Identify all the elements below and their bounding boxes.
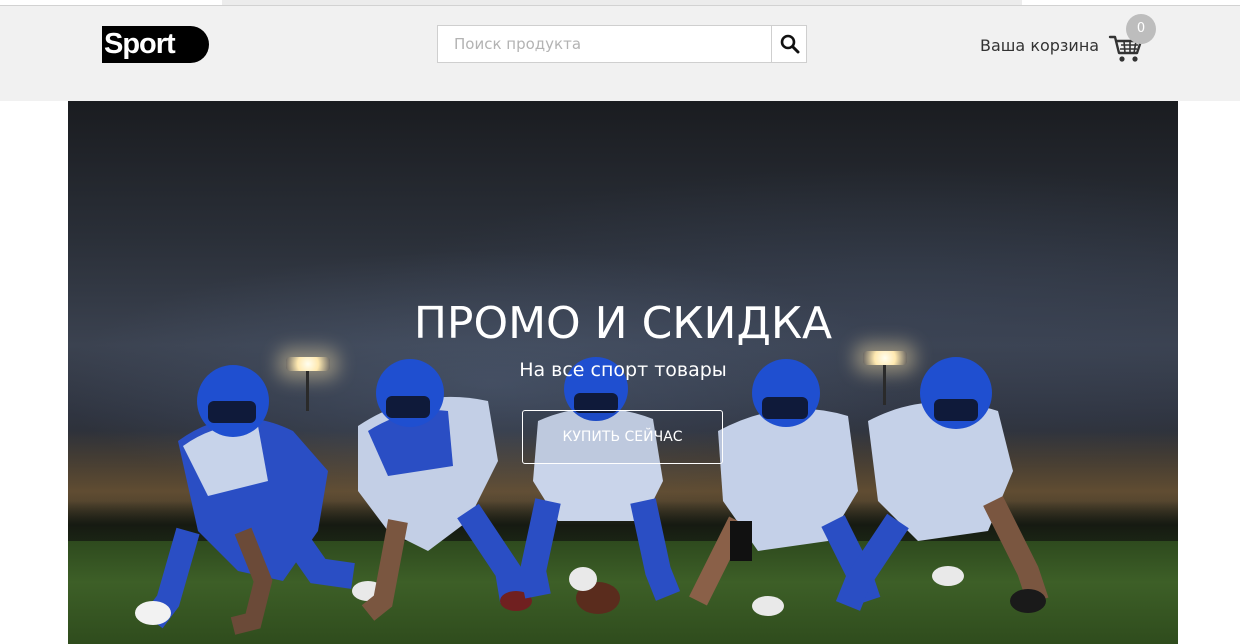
logo-text: Sport: [104, 28, 176, 60]
site-header: Sport Ваша корзина 0: [0, 6, 1240, 101]
search-bar: [437, 25, 807, 63]
hero-subtitle: На все спорт товары: [519, 359, 727, 381]
search-icon: [780, 34, 800, 54]
search-input[interactable]: [438, 26, 772, 62]
promo-hero-banner: ПРОМО И СКИДКА На все спорт товары КУПИТ…: [68, 101, 1178, 644]
hero-title: ПРОМО И СКИДКА: [413, 298, 833, 349]
cart-label[interactable]: Ваша корзина: [980, 36, 1099, 55]
scroll-grip: [222, 0, 1022, 5]
hero-text: ПРОМО И СКИДКА На все спорт товары: [68, 297, 1178, 383]
buy-now-button[interactable]: КУПИТЬ СЕЙЧАС: [522, 410, 723, 464]
search-button[interactable]: [771, 26, 806, 62]
sport-logo[interactable]: Sport: [102, 26, 209, 63]
cart-count-badge: 0: [1126, 14, 1156, 44]
